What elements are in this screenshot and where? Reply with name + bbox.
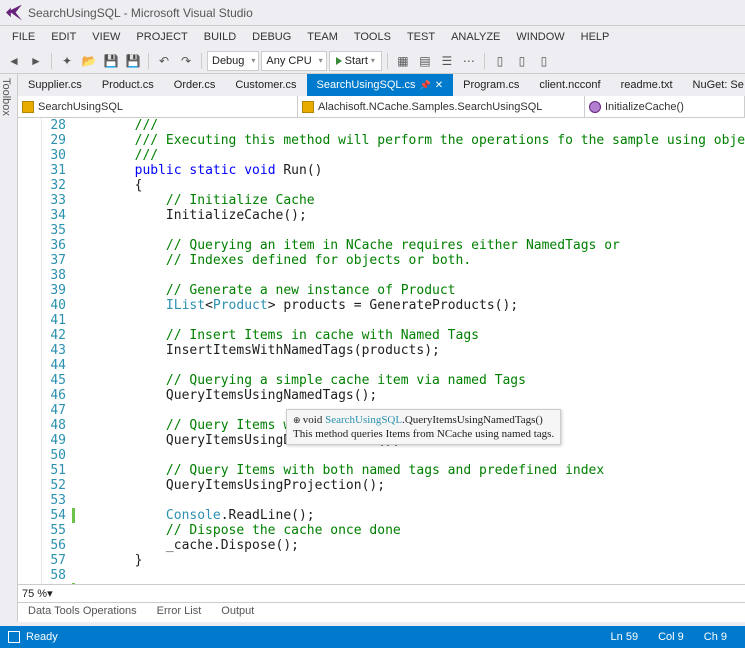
intellisense-tooltip: ⊕ void SearchUsingSQL.QueryItemsUsingNam… bbox=[286, 409, 561, 445]
doc-tab[interactable]: client.ncconf bbox=[529, 74, 610, 96]
nav-back-button[interactable]: ◄ bbox=[4, 51, 24, 71]
csharp-icon bbox=[22, 101, 34, 113]
save-button[interactable]: 💾 bbox=[101, 51, 121, 71]
close-icon[interactable]: ✕ bbox=[435, 80, 443, 91]
change-marker bbox=[72, 583, 75, 584]
nav-project-combo[interactable]: SearchUsingSQL bbox=[18, 96, 298, 117]
nav-class-combo[interactable]: Alachisoft.NCache.Samples.SearchUsingSQL bbox=[298, 96, 585, 117]
platform-combo[interactable]: Any CPU bbox=[261, 51, 326, 71]
tooltip-sig-class: SearchUsingSQL bbox=[325, 414, 402, 426]
status-ready: Ready bbox=[26, 631, 58, 643]
doc-tab[interactable]: NuGet: Se bbox=[683, 74, 745, 96]
start-button[interactable]: Start▾ bbox=[329, 51, 382, 71]
open-button[interactable]: 📂 bbox=[79, 51, 99, 71]
change-marker bbox=[72, 508, 75, 523]
method-icon bbox=[589, 101, 601, 113]
menu-window[interactable]: WINDOW bbox=[508, 28, 572, 46]
doc-tab[interactable]: Program.cs bbox=[453, 74, 529, 96]
menu-view[interactable]: VIEW bbox=[84, 28, 128, 46]
bottom-panel-tabs: Data Tools OperationsError ListOutput bbox=[18, 602, 745, 622]
status-line: Ln 59 bbox=[601, 631, 649, 643]
config-label: Debug bbox=[212, 55, 244, 67]
play-icon bbox=[336, 57, 342, 65]
code-editor[interactable]: 2829303132333435363738394041424344454647… bbox=[18, 118, 745, 584]
tool-button[interactable]: ▯ bbox=[512, 51, 532, 71]
tooltip-sig-pre: void bbox=[303, 414, 325, 426]
zoom-label: 75 % bbox=[22, 588, 47, 600]
document-tabs: Supplier.csProduct.csOrder.csCustomer.cs… bbox=[18, 74, 745, 96]
redo-button[interactable]: ↷ bbox=[176, 51, 196, 71]
nav-project-label: SearchUsingSQL bbox=[38, 101, 123, 113]
nav-member-combo[interactable]: InitializeCache() bbox=[585, 96, 745, 117]
tool-button[interactable]: ▯ bbox=[534, 51, 554, 71]
status-icon bbox=[8, 631, 20, 643]
title-bar: SearchUsingSQL - Microsoft Visual Studio bbox=[0, 0, 745, 26]
menu-tools[interactable]: TOOLS bbox=[346, 28, 399, 46]
menu-analyze[interactable]: ANALYZE bbox=[443, 28, 508, 46]
tooltip-sig-post: .QueryItemsUsingNamedTags() bbox=[402, 414, 543, 426]
pin-icon[interactable]: 📌 bbox=[420, 80, 431, 91]
save-all-button[interactable]: 💾 bbox=[123, 51, 143, 71]
bottom-tab[interactable]: Data Tools Operations bbox=[18, 603, 147, 622]
status-ch: Ch 9 bbox=[694, 631, 737, 643]
doc-tab[interactable]: Customer.cs bbox=[225, 74, 306, 96]
zoom-combo[interactable]: 75 % ▾ bbox=[18, 584, 745, 602]
doc-tab[interactable]: Product.cs bbox=[92, 74, 164, 96]
window-title: SearchUsingSQL - Microsoft Visual Studio bbox=[28, 6, 253, 20]
tool-button[interactable]: ⋯ bbox=[459, 51, 479, 71]
menu-edit[interactable]: EDIT bbox=[43, 28, 84, 46]
outline-margin[interactable] bbox=[18, 118, 42, 584]
menu-project[interactable]: PROJECT bbox=[128, 28, 195, 46]
nav-bar: SearchUsingSQL Alachisoft.NCache.Samples… bbox=[18, 96, 745, 118]
nav-class-label: Alachisoft.NCache.Samples.SearchUsingSQL bbox=[318, 101, 542, 113]
nav-fwd-button[interactable]: ► bbox=[26, 51, 46, 71]
status-col: Col 9 bbox=[648, 631, 694, 643]
toolbox-sidetab[interactable]: Toolbox bbox=[0, 74, 18, 622]
doc-tab[interactable]: SearchUsingSQL.cs📌✕ bbox=[307, 74, 454, 96]
doc-tab[interactable]: readme.txt bbox=[611, 74, 683, 96]
tool-button[interactable]: ☰ bbox=[437, 51, 457, 71]
line-numbers: 2829303132333435363738394041424344454647… bbox=[42, 118, 72, 584]
bottom-tab[interactable]: Output bbox=[211, 603, 264, 622]
menu-team[interactable]: TEAM bbox=[299, 28, 346, 46]
nav-member-label: InitializeCache() bbox=[605, 101, 684, 113]
doc-tab[interactable]: Order.cs bbox=[164, 74, 226, 96]
vs-logo-icon bbox=[6, 5, 22, 21]
menu-build[interactable]: BUILD bbox=[196, 28, 244, 46]
status-bar: Ready Ln 59 Col 9 Ch 9 bbox=[0, 626, 745, 648]
menu-file[interactable]: FILE bbox=[4, 28, 43, 46]
tooltip-desc: This method queries Items from NCache us… bbox=[293, 427, 554, 441]
tool-button[interactable]: ▤ bbox=[415, 51, 435, 71]
toolbar: ◄ ► ✦ 📂 💾 💾 ↶ ↷ Debug Any CPU Start▾ ▦ ▤… bbox=[0, 48, 745, 74]
tool-button[interactable]: ▯ bbox=[490, 51, 510, 71]
code-lines[interactable]: /// /// Executing this method will perfo… bbox=[72, 118, 745, 584]
menu-test[interactable]: TEST bbox=[399, 28, 443, 46]
doc-tab[interactable]: Supplier.cs bbox=[18, 74, 92, 96]
class-icon bbox=[302, 101, 314, 113]
platform-label: Any CPU bbox=[266, 55, 311, 67]
undo-button[interactable]: ↶ bbox=[154, 51, 174, 71]
menu-bar: FILEEDITVIEWPROJECTBUILDDEBUGTEAMTOOLSTE… bbox=[0, 26, 745, 48]
tool-button[interactable]: ▦ bbox=[393, 51, 413, 71]
menu-help[interactable]: HELP bbox=[573, 28, 618, 46]
new-button[interactable]: ✦ bbox=[57, 51, 77, 71]
config-combo[interactable]: Debug bbox=[207, 51, 259, 71]
start-label: Start bbox=[345, 55, 368, 67]
menu-debug[interactable]: DEBUG bbox=[244, 28, 299, 46]
bottom-tab[interactable]: Error List bbox=[147, 603, 212, 622]
